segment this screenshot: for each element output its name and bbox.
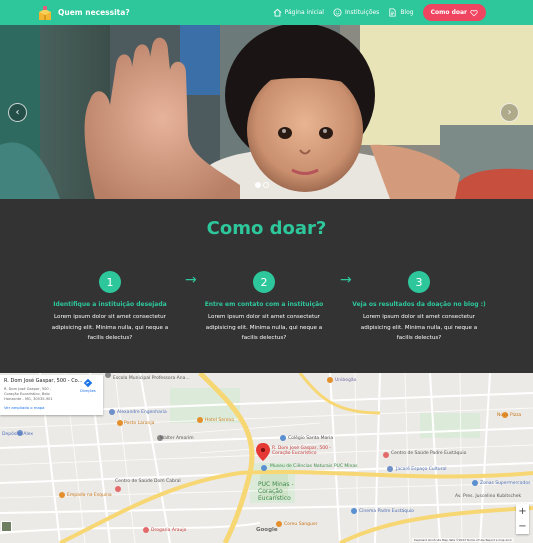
map-label: Hotel Sereno <box>205 418 235 423</box>
step-3: 3 Veja os resultados da doação no blog :… <box>344 271 494 344</box>
navbar: Quem necessita? Página inicial Instituiç… <box>0 0 533 25</box>
map-label: Av. Pres. Juscelino Kubitschek <box>455 494 522 499</box>
nav-institutions-label: Instituições <box>344 9 380 16</box>
directions-button[interactable]: Direções <box>78 378 98 393</box>
step-text: Lorem ipsum dolor sit amet consectetur a… <box>360 314 478 341</box>
info-address: R. Dom José Gaspar, 500 - Coração Eucarí… <box>4 387 53 401</box>
nav-blog-link[interactable]: Blog <box>388 8 414 17</box>
map-label: Escola Municipal Professora Ana... <box>113 376 190 381</box>
step-1: 1 Identifique a instituição desejada Lor… <box>35 271 185 344</box>
brand[interactable]: Quem necessita? <box>37 5 130 21</box>
map-footer[interactable]: Keyboard shortcuts Map data ©2023 Terms … <box>412 538 515 542</box>
map-info-card: R. Dom José Gaspar, 500 - Co... R. Dom J… <box>0 375 103 415</box>
donation-box-icon <box>39 5 51 20</box>
google-logo: Google <box>256 527 278 533</box>
map-label: Jacaré Espaço Cultural <box>396 467 447 472</box>
step-text: Lorem ipsum dolor sit amet consectetur a… <box>205 314 323 341</box>
nav-blog-label: Blog <box>400 9 414 16</box>
carousel-dot-1[interactable] <box>255 182 261 188</box>
map-label: Centro de Saúde Dom Cabral <box>115 479 181 484</box>
map-label: Alexandre Engenharia <box>117 410 167 415</box>
chevron-left-icon: ‹ <box>15 107 20 118</box>
step-title: Veja os resultados da doação no blog :) <box>352 301 486 308</box>
map-label: Posto Laranja <box>124 421 155 426</box>
donate-button[interactable]: Como doar <box>422 4 486 21</box>
step-title: Entre em contato com a instituição <box>204 301 324 308</box>
carousel-next-button[interactable]: › <box>500 103 519 122</box>
nav-home-link[interactable]: Página inicial <box>273 8 324 17</box>
step-text: Lorem ipsum dolor sit amet consectetur a… <box>51 314 169 341</box>
step-2: 2 Entre em contato com a instituição Lor… <box>189 271 339 344</box>
section-title: Como doar? <box>206 218 327 239</box>
nav-institutions-link[interactable]: Instituições <box>333 8 379 17</box>
zoom-controls: + − <box>516 504 529 534</box>
hero-carousel: ‹ › <box>0 25 533 199</box>
step-title: Identifique a instituição desejada <box>53 301 167 308</box>
home-icon <box>273 8 282 17</box>
step-number: 2 <box>253 271 275 293</box>
map-label: Colégio Santa Maria <box>288 436 334 441</box>
place-label: PUC Minas - Coração Eucarístico <box>258 481 294 502</box>
document-icon <box>389 8 396 17</box>
step-number: 1 <box>99 271 121 293</box>
map-label: Empada na Esquina <box>67 493 112 498</box>
map-label: Coreu Sanguer <box>284 522 318 527</box>
map-label: Drogaria Araujo <box>151 528 187 533</box>
carousel-indicators <box>255 182 271 188</box>
satellite-toggle[interactable] <box>1 521 12 532</box>
map-label: Centro de Saúde Padre Eustáquio <box>391 451 467 456</box>
hero-photo-child-high-five <box>0 25 533 199</box>
carousel-dot-2[interactable] <box>263 182 269 188</box>
marker-label: R. Dom José Gaspar, 500 - Coração Eucarí… <box>272 446 332 456</box>
heart-icon <box>470 9 478 16</box>
map-label: Nova Pizza <box>497 413 522 418</box>
map-label: Unibegão <box>335 378 357 383</box>
brand-name: Quem necessita? <box>58 8 130 17</box>
step-number: 3 <box>408 271 430 293</box>
nav-links: Página inicial Instituições Blog Como do… <box>273 0 533 25</box>
map-label: Cinema Padre Eustáquio <box>359 509 414 514</box>
map-label: Depósito Alex <box>2 432 34 437</box>
map-label: Walter Amorim <box>160 436 194 441</box>
directions-icon <box>83 378 93 388</box>
carousel-prev-button[interactable]: ‹ <box>8 103 27 122</box>
map-label: Zonas Supermercados <box>480 481 531 486</box>
view-larger-map-link[interactable]: Ver ampliado o mapa <box>4 405 99 410</box>
directions-label: Direções <box>80 389 96 393</box>
embedded-map[interactable]: Escola Municipal Professora Ana... Alexa… <box>0 373 533 543</box>
how-to-donate-section: Como doar? 1 Identifique a instituição d… <box>0 199 533 373</box>
chevron-right-icon: › <box>507 107 512 118</box>
smile-icon <box>333 8 342 17</box>
zoom-in-button[interactable]: + <box>516 504 529 519</box>
zoom-out-button[interactable]: − <box>516 519 529 534</box>
donate-label: Como doar <box>430 9 467 16</box>
map-label: Museu de Ciências Naturais PUC Minas <box>270 464 358 469</box>
nav-home-label: Página inicial <box>284 9 324 16</box>
